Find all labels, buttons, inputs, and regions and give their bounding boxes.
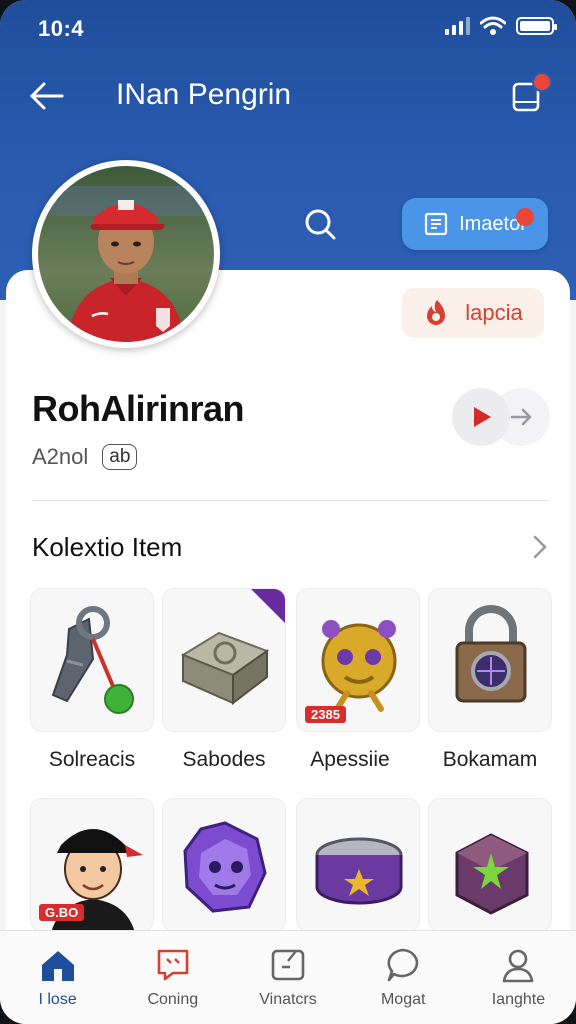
flame-logo-icon (427, 300, 446, 325)
phone-screen: 10:4 INan Pengrin Imaetor lapcia RohAlir… (0, 0, 576, 1024)
status-bar: 10:4 (0, 0, 576, 56)
collection-item-label: Bokamam (442, 748, 538, 771)
divider (32, 500, 548, 501)
section-title: Kolextio Item (32, 532, 183, 562)
notification-badge (532, 72, 552, 92)
import-button[interactable]: Imaetor (402, 198, 548, 250)
import-badge (516, 208, 534, 226)
collection-item[interactable] (162, 588, 286, 732)
page-title: INan Pengrin (116, 78, 292, 111)
star-drum-icon (315, 837, 403, 905)
collection-item-label: Solreacis (48, 748, 136, 771)
nav-item-home[interactable]: I lose (0, 931, 115, 1024)
notifications-button[interactable] (506, 72, 552, 116)
tag-button[interactable]: lapcia (402, 288, 544, 338)
top-nav: INan Pengrin (0, 66, 576, 122)
price-tag: G.BO (39, 904, 85, 921)
nav-label: Coning (147, 991, 199, 1008)
nav-label: Vinatcrs (259, 991, 317, 1008)
collection-item[interactable]: G.BO (30, 798, 154, 932)
profile-sub-chip: ab (102, 444, 138, 470)
status-icons (445, 16, 557, 36)
nav-item-chat[interactable]: Coning (115, 931, 230, 1024)
search-icon (305, 209, 336, 240)
back-button[interactable] (24, 74, 68, 118)
profile-name: RohAlirinran (32, 388, 245, 429)
section-more-button[interactable] (524, 532, 554, 562)
arrow-left-icon (30, 82, 64, 110)
tag-label: lapcia (465, 300, 523, 325)
play-icon (474, 407, 491, 427)
collection-item[interactable] (296, 798, 420, 932)
play-button[interactable] (452, 388, 510, 446)
profile-subtitle: A2nol ab (32, 444, 138, 470)
purple-gem-face-icon (183, 821, 267, 913)
chat-icon (157, 949, 189, 981)
collection-item-label: Sabodes (182, 748, 266, 771)
collection-item-label: Apessiie (310, 748, 390, 771)
corner-ribbon (251, 589, 285, 623)
battery-icon (516, 17, 557, 35)
collection-item[interactable]: 2385 (296, 588, 420, 732)
padlock-icon (455, 605, 527, 703)
nav-label: Ianghte (491, 991, 546, 1008)
note-icon (271, 949, 305, 981)
keys-icon (51, 606, 134, 714)
collection-item[interactable] (428, 798, 552, 932)
profile-icon (503, 949, 534, 983)
collection-item[interactable] (162, 798, 286, 932)
status-time: 10:4 (38, 16, 85, 41)
nav-item-notes[interactable]: Vinatcrs (230, 931, 345, 1024)
message-bubble-icon (387, 948, 419, 982)
profile-sub-text: A2nol (32, 444, 89, 469)
price-tag: 2385 (305, 706, 346, 723)
avatar[interactable] (32, 160, 220, 348)
signal-icon (445, 17, 470, 35)
document-icon (424, 212, 448, 236)
avatar-photo (38, 166, 214, 342)
nav-item-profile[interactable]: Ianghte (461, 931, 576, 1024)
wifi-icon (480, 16, 506, 35)
search-button[interactable] (300, 204, 340, 244)
chevron-right-icon (533, 535, 547, 559)
collection-item[interactable] (30, 588, 154, 732)
bottom-nav: I lose Coning Vinatcrs Mogat Ianghte (0, 930, 576, 1024)
arrow-right-icon (510, 408, 532, 426)
home-icon (41, 951, 74, 981)
collection-item[interactable] (428, 588, 552, 732)
nav-label: Mogat (380, 991, 426, 1008)
nav-label: I lose (38, 991, 77, 1008)
nav-item-messages[interactable]: Mogat (346, 931, 461, 1024)
emerald-box-icon (455, 833, 529, 915)
